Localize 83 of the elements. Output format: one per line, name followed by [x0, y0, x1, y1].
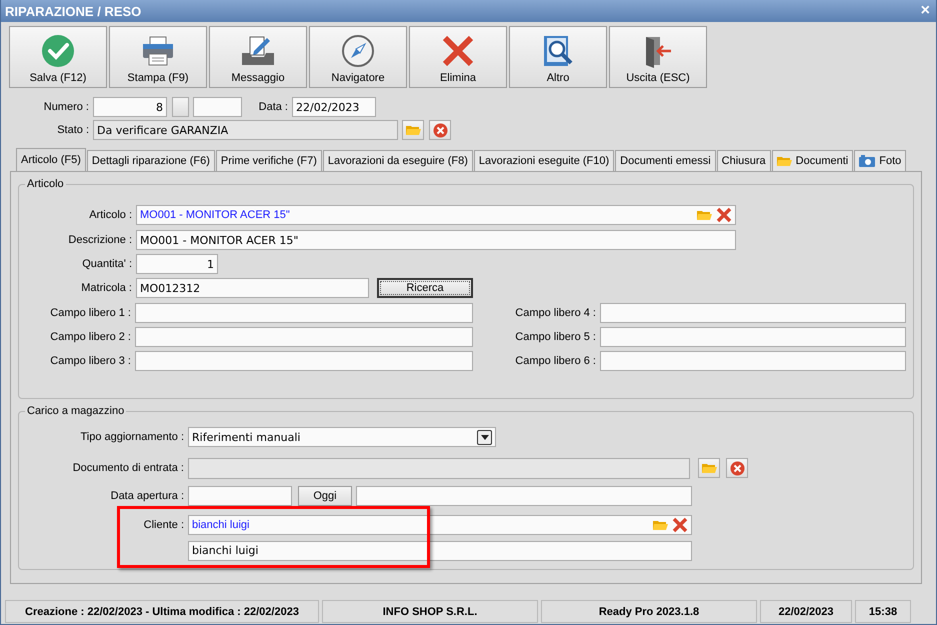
group-title: Articolo — [26, 178, 65, 190]
small-button[interactable] — [172, 97, 189, 117]
tab[interactable]: Dettagli riparazione (F6) — [86, 150, 215, 171]
input-field[interactable] — [135, 303, 473, 323]
lookup-field[interactable]: MO001 - MONITOR ACER 15" — [136, 205, 736, 225]
toolbar-button[interactable]: Elimina — [409, 26, 507, 88]
input-field[interactable]: 1 — [136, 254, 218, 274]
field-label: Campo libero 2 : — [49, 331, 131, 343]
input-field[interactable]: MO001 - MONITOR ACER 15" — [136, 230, 736, 250]
field-label: Campo libero 6 : — [514, 355, 596, 367]
status-bar-cell: Ready Pro 2023.1.8 — [541, 600, 757, 623]
group-title: Carico a magazzino — [26, 405, 126, 417]
folder-icon — [776, 155, 792, 167]
field-label: Articolo : — [88, 209, 132, 221]
field-label: Campo libero 1 : — [49, 307, 131, 319]
input-field[interactable] — [135, 327, 473, 347]
open-button[interactable] — [402, 120, 424, 140]
clear-icon — [672, 516, 688, 532]
message-icon — [240, 35, 276, 67]
field-label: Data : — [258, 101, 288, 113]
input-field[interactable] — [600, 351, 906, 371]
field-label: Campo libero 5 : — [514, 331, 596, 343]
field-label: Descrizione : — [67, 234, 132, 246]
lookup-field[interactable]: bianchi luigi — [188, 514, 692, 534]
toolbar-button[interactable]: Altro — [509, 26, 607, 88]
field-label: Campo libero 3 : — [49, 355, 131, 367]
compass-icon — [341, 34, 375, 68]
toolbar-button[interactable]: Messaggio — [209, 26, 307, 88]
input-field[interactable]: bianchi luigi — [188, 540, 692, 560]
tab[interactable]: Chiusura — [716, 150, 771, 171]
remove-button[interactable] — [429, 120, 451, 140]
toolbar-button[interactable]: Stampa (F9) — [109, 26, 207, 88]
remove-button[interactable] — [726, 458, 748, 478]
folder-icon — [702, 462, 716, 474]
today-button[interactable]: Oggi — [298, 486, 352, 506]
input-field[interactable] — [600, 327, 906, 347]
tab[interactable]: Lavorazioni da eseguire (F8) — [322, 150, 473, 171]
input-field[interactable] — [135, 351, 473, 371]
input-field[interactable]: 22/02/2023 — [292, 97, 376, 117]
field-label: Cliente : — [142, 518, 184, 530]
tab[interactable]: Documenti — [772, 150, 854, 171]
tab[interactable]: Lavorazioni eseguite (F10) — [474, 150, 614, 171]
remove-icon — [432, 122, 448, 138]
input-field[interactable]: 8 — [93, 97, 167, 117]
window-title: RIPARAZIONE / RESO — [5, 4, 142, 18]
input-field[interactable]: MO012312 — [136, 278, 369, 298]
status-bar-cell: 22/02/2023 — [760, 600, 852, 623]
status-bar-cell: Creazione : 22/02/2023 - Ultima modifica : 22/02/2023 — [5, 600, 319, 623]
field-label: Data apertura : — [110, 490, 184, 502]
clear-icon — [716, 207, 732, 223]
input-field[interactable] — [600, 303, 906, 323]
tab[interactable]: Prime verifiche (F7) — [216, 150, 322, 171]
field-label: Stato : — [56, 124, 89, 136]
status-bar-cell: INFO SHOP S.R.L. — [322, 600, 538, 623]
tab[interactable]: Documenti emessi — [615, 150, 716, 171]
field-label: Tipo aggiornamento : — [79, 431, 184, 443]
folder-icon — [653, 518, 668, 530]
delete-icon — [442, 35, 474, 67]
dropdown[interactable]: Riferimenti manuali — [188, 427, 496, 447]
printer-icon — [141, 35, 175, 67]
folder-icon — [697, 209, 712, 221]
input-field[interactable]: Da verificare GARANZIA — [93, 120, 398, 140]
folder-icon — [406, 124, 420, 136]
toolbar-button[interactable]: Uscita (ESC) — [609, 26, 707, 88]
field-label: Documento di entrata : — [72, 462, 184, 474]
input-field[interactable] — [193, 97, 242, 117]
status-bar-cell: 15:38 — [855, 600, 911, 623]
input-field[interactable] — [188, 486, 292, 506]
search-button[interactable]: Ricerca — [377, 278, 473, 298]
open-button[interactable] — [698, 458, 720, 478]
field-label: Numero : — [42, 101, 89, 113]
field-label: Matricola : — [80, 282, 132, 294]
camera-icon — [859, 155, 876, 167]
input-field[interactable] — [356, 486, 692, 506]
book-magnifier-icon — [541, 34, 575, 68]
field-label: Campo libero 4 : — [514, 307, 596, 319]
toolbar-button[interactable]: Navigatore — [309, 26, 407, 88]
toolbar-button[interactable]: Salva (F12) — [9, 26, 107, 88]
remove-icon — [730, 460, 744, 476]
tab[interactable]: Articolo (F5) — [16, 148, 86, 171]
field-label: Quantita' : — [81, 258, 132, 270]
tab[interactable]: Foto — [854, 150, 906, 171]
check-icon — [41, 34, 75, 68]
